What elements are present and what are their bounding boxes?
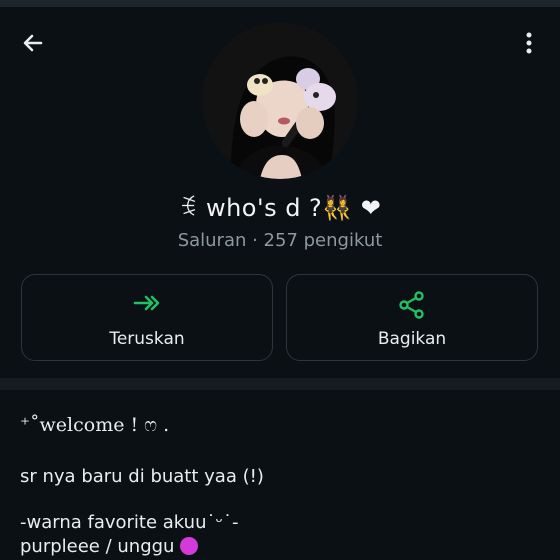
share-icon	[399, 291, 424, 319]
purple-circle-icon	[180, 537, 199, 555]
status-strip	[0, 0, 560, 7]
forward-label: Teruskan	[109, 329, 185, 349]
section-divider	[0, 378, 560, 390]
share-button[interactable]: Bagikan	[286, 274, 538, 361]
more-vertical-icon	[526, 32, 532, 54]
arrow-left-icon	[23, 34, 43, 52]
description-welcome: ⁺˚welcome ! ෆ .	[20, 414, 170, 436]
forward-icon	[133, 295, 160, 311]
channel-type-followers: Saluran · 257 pengikut	[177, 230, 383, 251]
channel-name: ꉂ who's d ?👯‍♀️ ❤︎	[178, 194, 382, 222]
description-line: -warna favorite akuu˙ᵕ˙-	[20, 512, 239, 533]
description-line: purpleee / unggu	[20, 536, 199, 557]
avatar-photo	[202, 23, 358, 179]
back-button[interactable]	[14, 26, 52, 60]
channel-avatar[interactable]	[202, 23, 358, 179]
description-text: purpleee / unggu	[20, 536, 175, 557]
description-line: sr nya baru di buatt yaa (!)	[20, 466, 264, 487]
more-options-button[interactable]	[512, 26, 546, 60]
forward-button[interactable]: Teruskan	[21, 274, 273, 361]
share-label: Bagikan	[377, 329, 447, 349]
channel-info-screen: ꉂ who's d ?👯‍♀️ ❤︎ Saluran · 257 pengiku…	[0, 0, 560, 560]
